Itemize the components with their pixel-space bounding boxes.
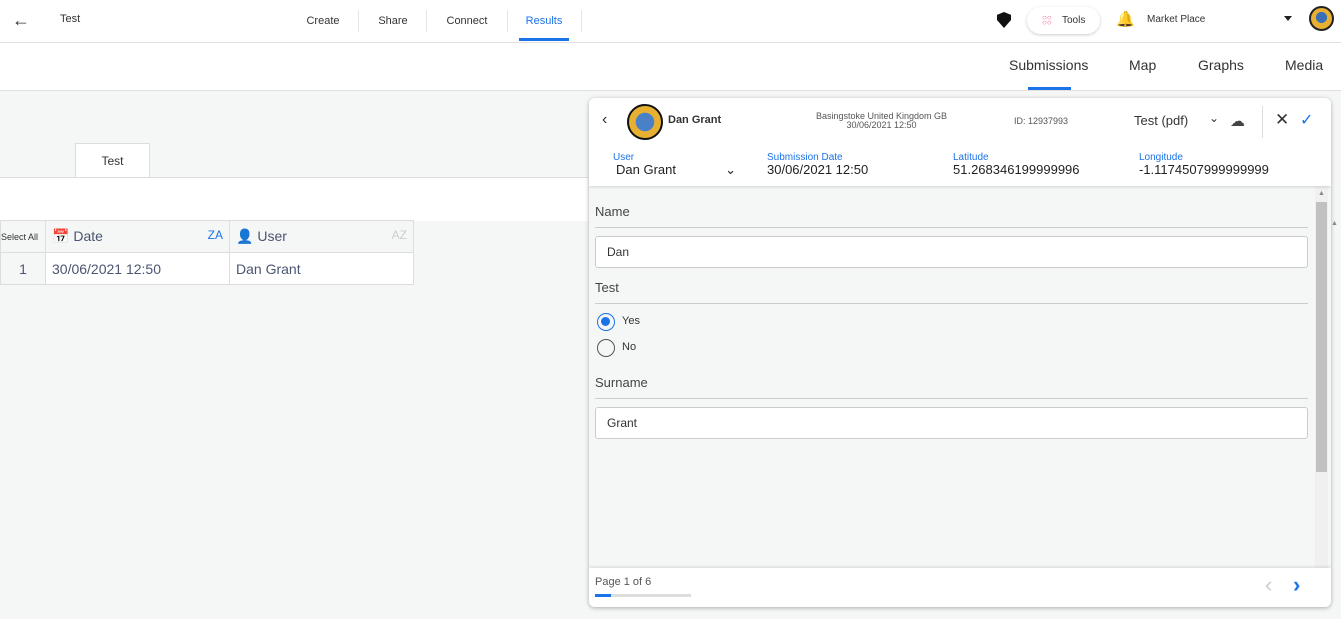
tools-label: Tools — [1062, 15, 1086, 26]
subtab-graphs[interactable]: Graphs — [1198, 57, 1244, 73]
divider — [358, 10, 359, 32]
back-arrow-icon[interactable]: ← — [12, 10, 30, 31]
top-bar: ← Test Create Share Connect Results ○○ ○○… — [0, 0, 1341, 43]
active-tab-indicator — [1028, 87, 1071, 90]
marketplace-label[interactable]: Market Place — [1147, 14, 1205, 25]
test-label: Test — [595, 280, 1308, 304]
column-user[interactable]: 👤 User AZ — [229, 220, 414, 253]
surname-input[interactable]: Grant — [595, 407, 1308, 439]
toolbar-strip — [0, 177, 588, 221]
radio-no-label: No — [622, 341, 637, 353]
sort-az-icon[interactable]: AZ — [392, 228, 407, 242]
avatar[interactable] — [1309, 6, 1334, 31]
radio-yes-label: Yes — [622, 315, 640, 327]
column-date[interactable]: 📅 Date ZA — [45, 220, 230, 253]
column-user-label: User — [257, 228, 287, 244]
subtab-map[interactable]: Map — [1129, 57, 1156, 73]
divider — [507, 10, 508, 32]
latitude-value: 51.268346199999996 — [953, 162, 1080, 177]
divider — [1262, 106, 1263, 138]
page-progress — [595, 594, 691, 597]
export-format-select[interactable]: Test (pdf) — [1134, 113, 1188, 128]
scrollbar-thumb[interactable] — [1316, 202, 1327, 472]
radio-yes[interactable] — [597, 313, 615, 331]
page-indicator: Page 1 of 6 — [595, 576, 652, 588]
surname-label: Surname — [595, 375, 1308, 399]
divider — [426, 10, 427, 32]
location-datetime: Basingstoke United Kingdom GB 30/06/2021 … — [779, 112, 984, 130]
close-icon[interactable]: ✕ — [1275, 110, 1289, 130]
longitude-value: -1.1174507999999999 — [1139, 162, 1269, 177]
divider — [581, 10, 582, 32]
panel-header: ‹ Dan Grant Basingstoke United Kingdom G… — [589, 98, 1331, 186]
scrollbar[interactable]: ▲ — [1315, 186, 1328, 568]
select-all-checkbox[interactable]: Select All — [0, 220, 46, 253]
row-date: 30/06/2021 12:50 — [45, 252, 230, 285]
tools-button[interactable]: ○○ ○○ Tools — [1027, 7, 1100, 34]
form-tab[interactable]: Test — [75, 143, 150, 178]
prev-page-icon[interactable]: ‹ — [1265, 572, 1272, 598]
chevron-down-icon: ⌄ — [725, 162, 736, 177]
user-avatar — [627, 104, 663, 140]
form-body: Name Dan Test Yes No Surname Grant ▲ — [589, 186, 1331, 568]
submission-panel: ‹ Dan Grant Basingstoke United Kingdom G… — [589, 98, 1331, 607]
submission-id: ID: 12937993 — [1014, 116, 1069, 126]
panel-footer: Page 1 of 6 ‹ › — [589, 568, 1331, 607]
user-select[interactable]: Dan Grant ⌄ — [616, 162, 736, 178]
bell-icon[interactable]: 🔔 — [1116, 10, 1135, 28]
tab-create[interactable]: Create — [292, 0, 354, 42]
tab-results[interactable]: Results — [519, 0, 569, 41]
user-value: Dan Grant — [616, 162, 676, 177]
chevron-down-icon[interactable]: ⌄ — [1209, 111, 1219, 125]
column-date-label: Date — [73, 228, 103, 244]
row-index: 1 — [0, 252, 46, 285]
name-input[interactable]: Dan — [595, 236, 1308, 268]
scroll-up-icon[interactable]: ▲ — [1318, 190, 1325, 197]
subtab-media[interactable]: Media — [1285, 57, 1323, 73]
next-page-icon[interactable]: › — [1293, 572, 1300, 598]
subtab-submissions[interactable]: Submissions — [1009, 57, 1088, 73]
tab-connect[interactable]: Connect — [430, 0, 504, 42]
user-name: Dan Grant — [668, 114, 722, 126]
tab-share[interactable]: Share — [362, 0, 424, 42]
page-progress-fill — [595, 594, 611, 597]
row-user: Dan Grant — [229, 252, 414, 285]
date-value: 30/06/2021 12:50 — [767, 162, 869, 177]
caret-down-icon[interactable] — [1284, 16, 1292, 25]
cloud-download-icon[interactable]: ☁ — [1230, 112, 1245, 130]
radio-no[interactable] — [597, 339, 615, 357]
app-title: Test — [60, 13, 81, 25]
select-all-label: Select All — [1, 231, 39, 242]
table-row[interactable]: 1 30/06/2021 12:50 Dan Grant — [0, 252, 414, 285]
page-scroll-up-icon[interactable]: ▲ — [1331, 220, 1338, 227]
check-icon[interactable]: ✓ — [1300, 110, 1313, 130]
name-label: Name — [595, 204, 1308, 228]
submissions-table: Select All 📅 Date ZA 👤 User AZ 1 30/06/202… — [0, 220, 414, 285]
chevron-left-icon[interactable]: ‹ — [602, 111, 607, 129]
sort-za-icon[interactable]: ZA — [208, 228, 223, 242]
datetime: 30/06/2021 12:50 — [846, 120, 917, 130]
shield-icon[interactable] — [997, 12, 1011, 28]
apps-grid-icon: ○○ ○○ — [1042, 13, 1052, 27]
